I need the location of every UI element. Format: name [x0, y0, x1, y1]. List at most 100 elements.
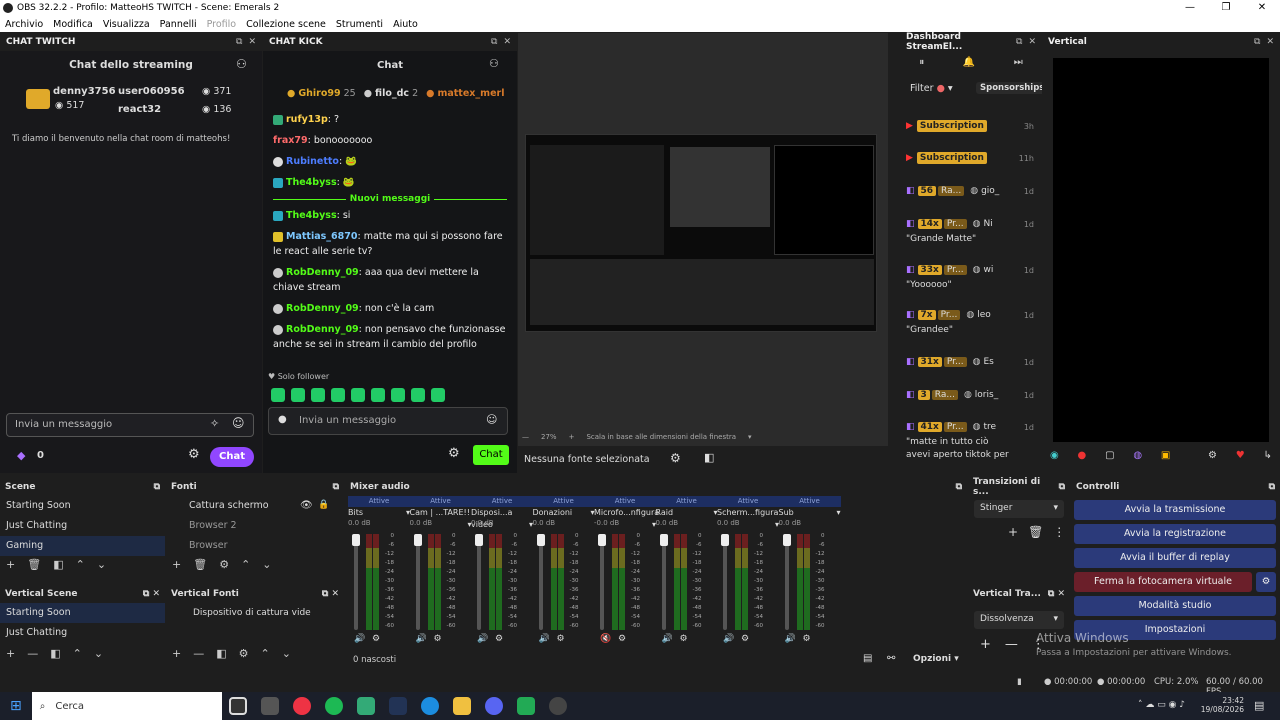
gear-icon[interactable]: ⚙	[803, 634, 811, 644]
filter-icon[interactable]: ◧	[50, 647, 60, 660]
fader-knob[interactable]	[782, 534, 791, 546]
sparkle-icon[interactable]: ✧	[210, 417, 219, 430]
zoom-out-button[interactable]: —	[522, 433, 529, 441]
speaker-icon[interactable]: 🔊	[662, 634, 673, 644]
menu-pannelli[interactable]: Pannelli	[160, 19, 197, 30]
speaker-icon[interactable]: 🔇	[600, 634, 611, 644]
source-item[interactable]: Browser 2	[166, 516, 344, 536]
move-down-button[interactable]: ⌄	[97, 558, 106, 571]
fader-knob[interactable]	[475, 534, 483, 546]
add-button[interactable]: +	[6, 558, 15, 571]
move-down-button[interactable]: ⌄	[94, 647, 103, 660]
studio-mode-button[interactable]: Modalità studio	[1074, 596, 1276, 616]
menu-visualizza[interactable]: Visualizza	[103, 19, 150, 30]
move-down-button[interactable]: ⌄	[282, 647, 291, 660]
move-up-button[interactable]: ⌃	[73, 647, 82, 660]
trash-icon[interactable]: 🗑	[27, 558, 41, 571]
channel-name[interactable]: Raid ▾	[656, 507, 718, 519]
skip-icon[interactable]: ⏭	[1014, 57, 1023, 68]
app-icon[interactable]	[388, 697, 407, 715]
add-button[interactable]: +	[172, 647, 181, 660]
add-button[interactable]: +	[172, 558, 181, 571]
channel-name[interactable]: Microfo...nfigura ▾	[594, 507, 659, 529]
remove-button[interactable]: —	[1005, 637, 1018, 652]
menu-modifica[interactable]: Modifica	[53, 19, 93, 30]
channel-name[interactable]: Donazioni ▾	[533, 507, 595, 519]
minimize-button[interactable]: —	[1172, 0, 1208, 16]
program-preview-canvas[interactable]	[525, 134, 877, 332]
menu-collezione-scene[interactable]: Collezione scene	[246, 19, 326, 30]
heart-icon[interactable]: ♥	[1236, 450, 1245, 461]
scale-mode[interactable]: Scala in base alle dimensioni della fine…	[586, 433, 736, 441]
volume-fader[interactable]	[354, 534, 358, 630]
source-item[interactable]: Browser	[166, 536, 344, 556]
advanced-icon[interactable]: ⚯	[887, 653, 895, 664]
volume-fader[interactable]	[600, 534, 604, 630]
volume-fader[interactable]	[538, 534, 543, 630]
emote-icon[interactable]	[391, 388, 405, 402]
emote-icon[interactable]: ☺	[232, 416, 245, 430]
scene-item[interactable]: Starting Soon	[0, 496, 165, 516]
volume-fader[interactable]	[661, 534, 666, 630]
emote-icon[interactable]: ☺	[486, 413, 497, 426]
gear-icon[interactable]: ⚙	[219, 558, 229, 571]
float-icon[interactable]: ⧉	[1059, 482, 1065, 492]
fader-knob[interactable]	[352, 534, 360, 546]
move-up-button[interactable]: ⌃	[76, 558, 85, 571]
obs-icon[interactable]	[228, 697, 247, 715]
zoom-in-button[interactable]: +	[569, 433, 575, 441]
scene-item[interactable]: Just Chatting	[0, 623, 165, 643]
close-icon[interactable]: ✕	[1028, 37, 1036, 47]
start-streaming-button[interactable]: Avvia la trasmissione	[1074, 500, 1276, 520]
float-icon[interactable]: ⧉	[956, 482, 962, 492]
activity-row[interactable]: ▶ Subscription 11h	[906, 145, 1040, 171]
emote-icon[interactable]	[411, 388, 425, 402]
filter-icon[interactable]: ◧	[53, 558, 63, 571]
fader-knob[interactable]	[721, 534, 729, 546]
stop-virtual-camera-button[interactable]: Ferma la fotocamera virtuale	[1074, 572, 1252, 592]
volume-fader[interactable]	[477, 534, 481, 630]
app-icon[interactable]	[356, 697, 375, 715]
filter-icon[interactable]: ◧	[704, 451, 714, 464]
taskbar-search[interactable]: ⌕ Cerca	[31, 692, 222, 720]
scene-item[interactable]: Just Chatting	[0, 516, 165, 536]
gear-icon[interactable]: ⚙	[372, 634, 380, 644]
menu-profilo[interactable]: Profilo	[207, 19, 237, 30]
kick-message-input[interactable]: Invia un messaggio	[268, 407, 508, 435]
layout-icon[interactable]: ▤	[863, 653, 872, 664]
add-button[interactable]: +	[6, 647, 15, 660]
float-icon[interactable]: ⧉	[333, 482, 339, 492]
edge-icon[interactable]	[420, 697, 439, 715]
scene-item[interactable]: Starting Soon	[0, 603, 165, 623]
filter-icon[interactable]: ◧	[216, 647, 226, 660]
activity-row[interactable]: ◧ 3 Ra... ◍ loris_ 1d	[906, 382, 1040, 408]
eye-icon[interactable]: 👁	[300, 500, 313, 511]
float-icon[interactable]: ⧉	[1016, 37, 1022, 47]
emote-icon[interactable]	[311, 388, 325, 402]
kick-chat-button[interactable]: Chat	[473, 445, 509, 465]
speaker-icon[interactable]: 🔊	[785, 634, 796, 644]
float-icon[interactable]: ⧉	[236, 37, 242, 47]
options-dropdown[interactable]: Opzioni ▾	[913, 654, 959, 664]
link-icon[interactable]: ◉	[1050, 450, 1059, 461]
scene-item-selected[interactable]: Gaming	[0, 536, 165, 556]
fader-knob[interactable]	[413, 534, 422, 546]
speaker-icon[interactable]: 🔊	[723, 634, 734, 644]
add-button[interactable]: +	[1008, 525, 1018, 539]
close-icon[interactable]: ⧉ ✕	[1048, 589, 1065, 599]
emote-icon[interactable]	[331, 388, 345, 402]
channel-name[interactable]: Cam | ...TARE!! ▾	[410, 507, 472, 529]
emote-icon[interactable]	[291, 388, 305, 402]
notification-icon[interactable]: ▤	[1254, 699, 1264, 712]
close-icon[interactable]: ✕	[1266, 37, 1274, 47]
start-replay-buffer-button[interactable]: Avvia il buffer di replay	[1074, 548, 1276, 568]
remove-button[interactable]: —	[193, 647, 204, 660]
float-icon[interactable]: ⧉	[491, 37, 497, 47]
gear-icon[interactable]: ⚙	[239, 647, 249, 660]
spotify-icon[interactable]	[324, 697, 343, 715]
close-icon[interactable]: ⧉ ✕	[322, 589, 339, 599]
volume-fader[interactable]	[415, 534, 420, 630]
gear-icon[interactable]: ⚙	[618, 634, 626, 644]
emote-icon[interactable]	[351, 388, 365, 402]
gear-icon[interactable]: ⚙	[680, 634, 688, 644]
